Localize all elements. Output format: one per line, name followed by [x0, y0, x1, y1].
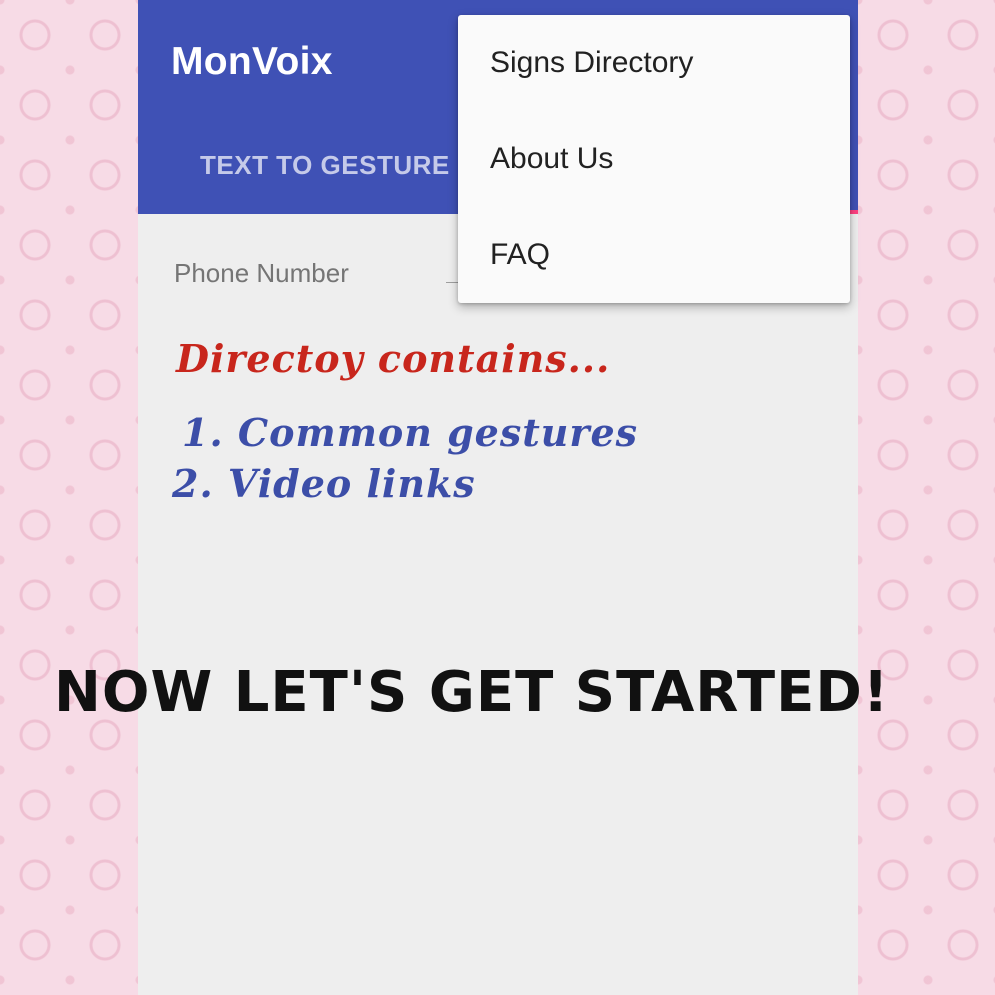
get-started-banner: NOW LET'S GET STARTED! [54, 660, 890, 725]
menu-item-about-us[interactable]: About Us [490, 142, 613, 176]
phone-number-label: Phone Number [174, 258, 349, 288]
pink-patterned-background-right [858, 0, 995, 995]
menu-item-faq[interactable]: FAQ [490, 238, 550, 272]
menu-item-signs-directory[interactable]: Signs Directory [490, 46, 693, 80]
pink-patterned-background-left [0, 0, 140, 995]
directory-item-common-gestures: 1. Common gestures [182, 410, 639, 455]
app-title: MonVoix [171, 40, 333, 83]
tab-text-to-gesture[interactable]: TEXT TO GESTURE [200, 150, 450, 181]
directory-heading: Directoy contains... [176, 336, 611, 381]
directory-item-video-links: 2. Video links [172, 461, 476, 506]
overflow-menu: Signs Directory About Us FAQ [458, 15, 850, 303]
